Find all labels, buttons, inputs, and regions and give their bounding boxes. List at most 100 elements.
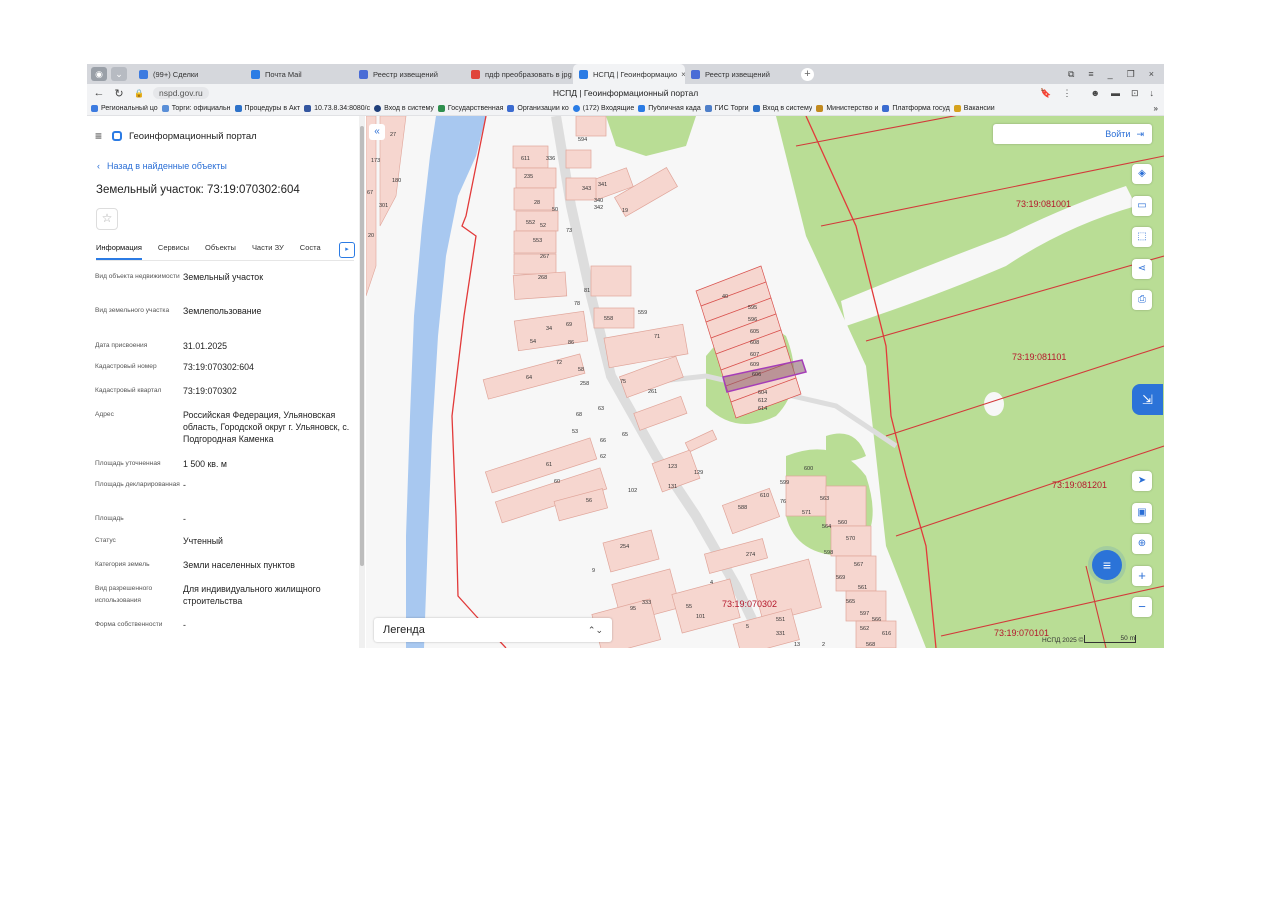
tab-close-icon[interactable]: × xyxy=(677,70,685,79)
tab-services[interactable]: Сервисы xyxy=(158,238,189,260)
bookmark-item[interactable]: Публичная када xyxy=(638,105,701,112)
property-value: 1 500 кв. м xyxy=(183,459,227,469)
download-icon[interactable]: ↓ xyxy=(1150,88,1155,99)
tab-favicon-icon xyxy=(139,69,148,79)
parcel-number-label: 2 xyxy=(822,642,825,648)
browser-menu-icon[interactable]: ≡ xyxy=(1088,69,1093,80)
new-tab-button[interactable]: + xyxy=(801,67,814,81)
scrollbar-thumb[interactable] xyxy=(360,126,364,566)
tabs-scroll-right-icon[interactable]: ▸ xyxy=(339,242,355,258)
parcel-number-label: 570 xyxy=(846,536,855,542)
menu-icon[interactable]: ≡ xyxy=(95,129,102,143)
bookmark-item[interactable]: Вход в систему xyxy=(374,105,434,112)
bookmark-item[interactable]: Вакансии xyxy=(953,105,995,112)
lock-icon[interactable]: 🔒 xyxy=(129,89,149,98)
zoom-in-icon[interactable]: + xyxy=(1132,566,1152,586)
bookmark-item[interactable]: Региональный цо xyxy=(91,105,158,112)
bookmark-item[interactable]: Министерство и xyxy=(816,105,878,112)
bookmark-item[interactable]: 10.73.8.34:8080/c xyxy=(304,105,370,112)
tabs-dropdown-icon[interactable]: ⌄ xyxy=(111,67,127,81)
url-field[interactable]: nspd.gov.ru xyxy=(153,87,209,99)
bookmark-item[interactable]: Торги: официальн xyxy=(161,105,231,112)
tab-deals[interactable]: (99+) Сделки xyxy=(133,64,245,84)
object-title: Земельный участок: 73:19:070302:604 xyxy=(96,184,300,196)
bookmark-item[interactable]: Государственная xyxy=(437,105,503,112)
restore-icon[interactable]: ❐ xyxy=(1127,69,1135,80)
parcel xyxy=(590,265,632,297)
parcel-number-label: 616 xyxy=(882,631,891,637)
tab-registry[interactable]: Реестр извещений xyxy=(353,64,465,84)
bookmark-item[interactable]: Платформа госуд xyxy=(882,105,950,112)
back-icon[interactable]: ← xyxy=(89,87,109,99)
chat-icon[interactable]: ≡ xyxy=(1092,550,1122,580)
property-label: Адрес xyxy=(95,411,114,418)
parcel-number-label: 54 xyxy=(530,339,536,345)
collapse-panel-icon[interactable]: « xyxy=(369,124,385,140)
property-value: Землепользование xyxy=(183,306,262,316)
bookmarks-more-icon[interactable]: » xyxy=(1154,104,1164,113)
extension-icon[interactable]: ☻ xyxy=(1090,88,1099,99)
tab-nspd[interactable]: НСПД | Геоинформацио × xyxy=(573,64,685,84)
wallet-icon[interactable]: ▣ xyxy=(1132,503,1152,523)
extension-icon[interactable]: ▬ xyxy=(1111,88,1120,99)
parcel-number-label: 62 xyxy=(600,454,606,460)
bookmark-icon[interactable]: 🔖 xyxy=(1040,88,1051,99)
bookmark-item[interactable]: Организации ко xyxy=(507,105,569,112)
panel-scrollbar[interactable] xyxy=(359,116,365,648)
parcel-number-label: 180 xyxy=(392,178,401,184)
parcel-number-label: 571 xyxy=(802,510,811,516)
parcel-number-label: 81 xyxy=(584,288,590,294)
search-pin-icon[interactable]: ⊕ xyxy=(1132,534,1152,554)
panel-header: ≡ Геоинформационный портал xyxy=(95,129,257,143)
reload-icon[interactable]: ↻ xyxy=(109,87,129,100)
legend-label: Легенда xyxy=(383,624,425,636)
tab-composition[interactable]: Соста xyxy=(300,238,321,260)
parcel-number-label: 331 xyxy=(776,631,785,637)
assistant-icon[interactable]: ⇲ xyxy=(1132,384,1163,415)
parcel-number-label: 553 xyxy=(533,238,542,244)
parcel-number-label: 75 xyxy=(620,379,626,385)
back-to-results-link[interactable]: ‹ Назад в найденные объекты xyxy=(97,161,227,171)
tab-objects[interactable]: Объекты xyxy=(205,238,236,260)
parcel-number-label: 129 xyxy=(694,470,703,476)
extension-icon[interactable]: ⊡ xyxy=(1131,88,1139,99)
ruler-icon[interactable]: ▭ xyxy=(1132,196,1152,216)
bookmark-favicon-icon xyxy=(234,105,242,112)
bookmark-label: Платформа госуд xyxy=(892,105,950,112)
bookmark-item[interactable]: Вход в систему xyxy=(752,105,812,112)
bookmark-favicon-icon xyxy=(816,105,824,112)
login-button[interactable]: Войти ⇥ xyxy=(993,124,1152,144)
share-icon[interactable]: ⋖ xyxy=(1132,259,1152,279)
select-area-icon[interactable]: ⬚ xyxy=(1132,227,1152,247)
portal-title[interactable]: Геоинформационный портал xyxy=(129,131,257,142)
tab-pdf[interactable]: пдф преобразовать в jpg xyxy=(465,64,573,84)
cadastral-map[interactable]: 73:19:081001 73:19:081101 73:19:081201 7… xyxy=(366,116,1164,648)
login-icon: ⇥ xyxy=(1136,128,1144,139)
locate-icon[interactable]: ➤ xyxy=(1132,471,1152,491)
tab-information[interactable]: Информация xyxy=(96,238,142,260)
legend-button[interactable]: Легенда ⌃⌄ xyxy=(374,618,612,642)
tab-label: Почта Mail xyxy=(265,69,302,79)
collections-icon[interactable]: ⧉ xyxy=(1068,69,1074,80)
layers-icon[interactable]: ◈ xyxy=(1132,164,1152,184)
parcel-number-label: 588 xyxy=(738,505,747,511)
tab-parts[interactable]: Части ЗУ xyxy=(252,238,284,260)
tab-registry-2[interactable]: Реестр извещений xyxy=(685,64,793,84)
map-canvas[interactable]: 73:19:081001 73:19:081101 73:19:081201 7… xyxy=(366,116,1164,648)
bookmark-item[interactable]: ГИС Торги xyxy=(704,105,749,112)
more-icon[interactable]: ⋮ xyxy=(1062,88,1071,99)
yandex-menu-icon[interactable]: ◉ xyxy=(91,67,107,81)
minimize-icon[interactable]: _ xyxy=(1108,69,1113,80)
bookmark-item[interactable]: Процедуры в Акт xyxy=(234,105,300,112)
parcel-number-label: 598 xyxy=(824,550,833,556)
print-icon[interactable]: ⎙ xyxy=(1132,290,1152,310)
parcel-number-label: 67 xyxy=(367,190,373,196)
close-window-icon[interactable]: × xyxy=(1149,69,1154,80)
bookmark-item[interactable]: (172) Входящие xyxy=(572,105,634,112)
parcel-number-label: 58 xyxy=(578,367,584,373)
favorite-star-icon[interactable]: ☆ xyxy=(96,208,118,230)
parcel-number-label: 606 xyxy=(752,372,761,378)
zoom-out-icon[interactable]: − xyxy=(1132,597,1152,617)
tab-mail[interactable]: Почта Mail xyxy=(245,64,353,84)
parcel-number-label: 267 xyxy=(540,254,549,260)
